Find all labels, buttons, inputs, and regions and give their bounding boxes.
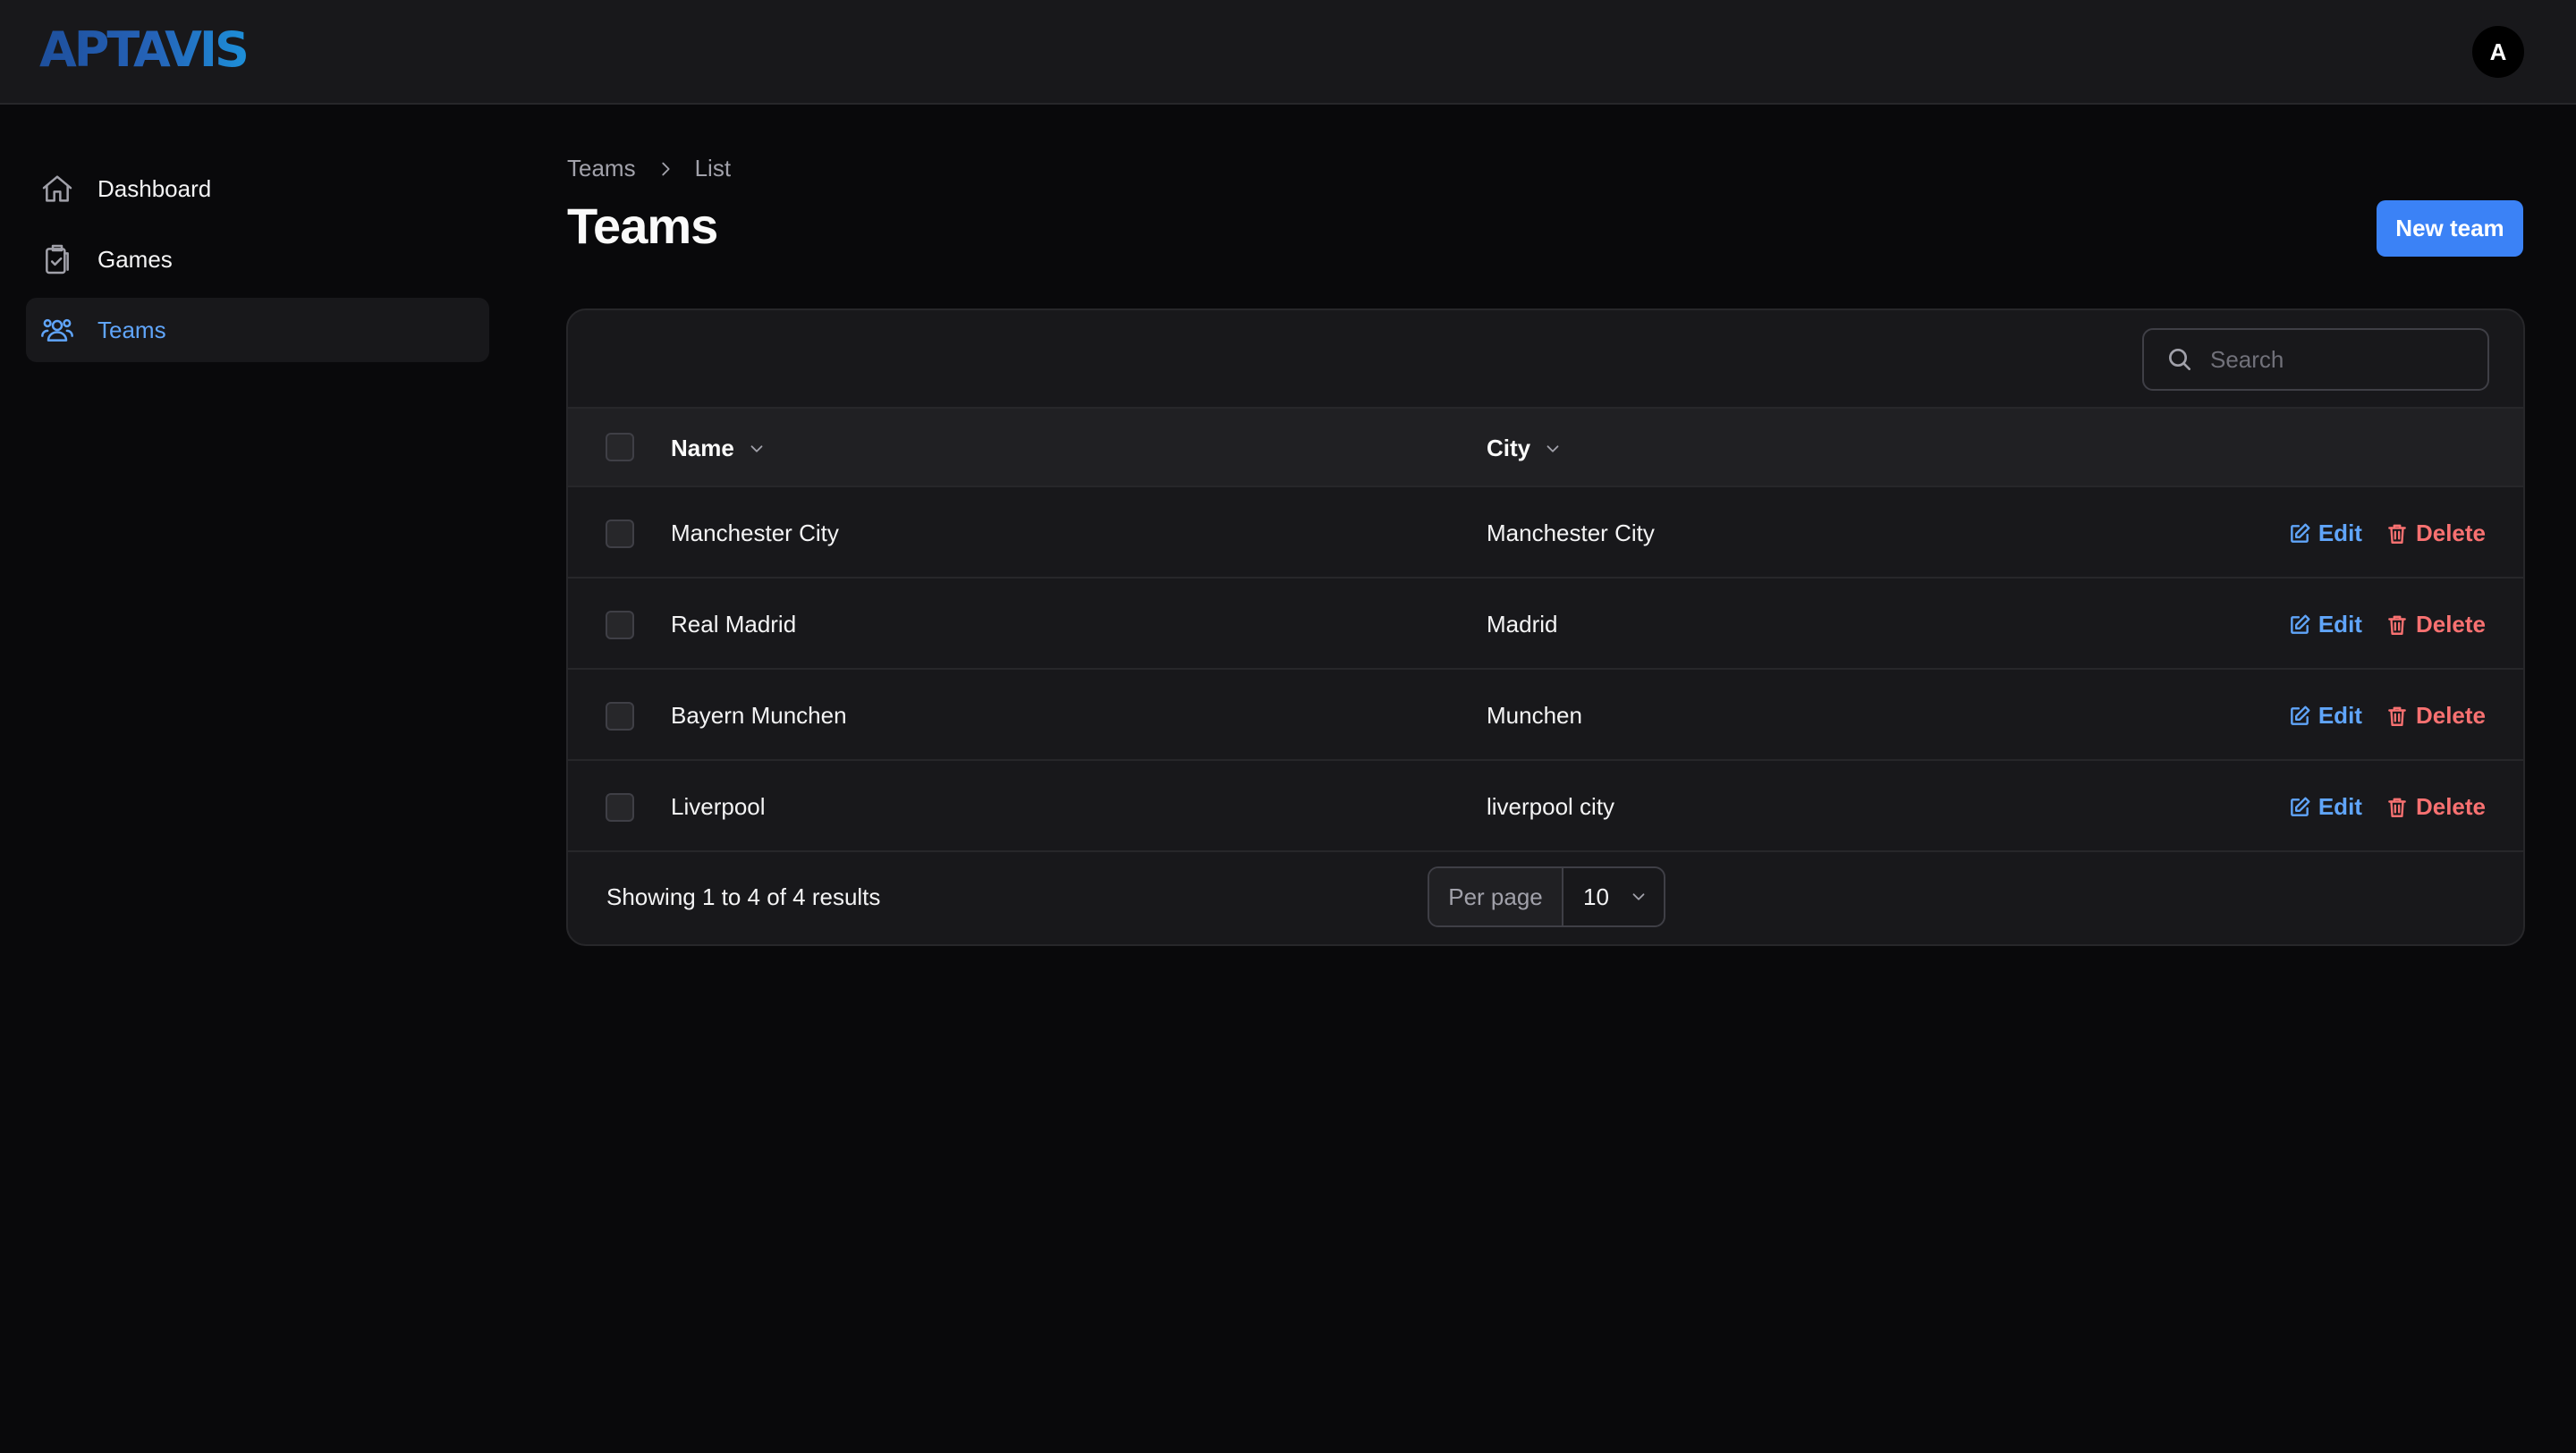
column-header-label: City xyxy=(1487,435,1531,461)
delete-button[interactable]: Delete xyxy=(2385,611,2486,638)
trash-icon xyxy=(2388,524,2406,544)
row-actions: Edit Delete xyxy=(2288,520,2486,547)
row-actions: Edit Delete xyxy=(2288,611,2486,638)
edit-label: Edit xyxy=(2318,702,2362,729)
chevron-down-icon xyxy=(750,444,763,452)
breadcrumb-item-list: List xyxy=(694,155,732,182)
trash-icon xyxy=(2388,798,2406,817)
cell-name: Liverpool xyxy=(671,793,766,820)
sidebar-item-label: Games xyxy=(97,245,173,273)
new-team-button[interactable]: New team xyxy=(2377,200,2523,257)
edit-button[interactable]: Edit xyxy=(2288,611,2362,638)
page-title: Teams xyxy=(567,198,718,254)
delete-label: Delete xyxy=(2415,520,2486,546)
delete-button[interactable]: Delete xyxy=(2385,793,2486,821)
chevron-down-icon xyxy=(1546,444,1559,452)
cell-name: Real Madrid xyxy=(671,611,797,638)
column-header-name[interactable]: Name xyxy=(671,435,767,462)
cell-city: Munchen xyxy=(1487,702,1582,729)
row-actions: Edit Delete xyxy=(2288,793,2486,821)
search-box[interactable] xyxy=(2142,328,2489,391)
top-bar: APTAVIS A xyxy=(0,0,2576,105)
edit-icon xyxy=(2290,705,2310,725)
edit-icon xyxy=(2290,797,2310,816)
edit-label: Edit xyxy=(2318,793,2362,820)
sidebar-item-teams[interactable]: Teams xyxy=(26,298,489,362)
delete-button[interactable]: Delete xyxy=(2385,702,2486,730)
edit-label: Edit xyxy=(2318,520,2362,546)
edit-button[interactable]: Edit xyxy=(2288,793,2362,821)
results-summary: Showing 1 to 4 of 4 results xyxy=(606,883,881,910)
sidebar-item-games[interactable]: Games xyxy=(26,227,489,291)
users-icon xyxy=(41,318,73,342)
delete-label: Delete xyxy=(2415,611,2486,638)
trash-icon xyxy=(2388,706,2406,726)
table-row: Liverpool liverpool city Edit Delete xyxy=(568,761,2523,852)
delete-label: Delete xyxy=(2415,702,2486,729)
edit-button[interactable]: Edit xyxy=(2288,520,2362,547)
cell-city: Manchester City xyxy=(1487,520,1655,546)
column-header-city[interactable]: City xyxy=(1487,435,1563,462)
edit-label: Edit xyxy=(2318,611,2362,638)
row-checkbox[interactable] xyxy=(606,702,634,731)
edit-icon xyxy=(2290,523,2310,543)
per-page-select[interactable]: 10 xyxy=(1563,868,1664,925)
delete-button[interactable]: Delete xyxy=(2385,520,2486,547)
search-icon xyxy=(2169,349,2190,370)
table-row: Bayern Munchen Munchen Edit Delete xyxy=(568,670,2523,761)
per-page-value: 10 xyxy=(1583,883,1609,910)
edit-button[interactable]: Edit xyxy=(2288,702,2362,730)
table-row: Manchester City Manchester City Edit Del… xyxy=(568,487,2523,579)
row-checkbox[interactable] xyxy=(606,793,634,822)
cell-name: Bayern Munchen xyxy=(671,702,847,729)
sidebar: Dashboard Games Teams xyxy=(26,156,489,368)
search-input[interactable] xyxy=(2210,345,2461,374)
breadcrumb: Teams List xyxy=(567,155,731,182)
table-header: Name City xyxy=(568,407,2523,487)
teams-table-card: Name City Manchester City Manchester Cit… xyxy=(566,308,2525,946)
sidebar-item-label: Dashboard xyxy=(97,174,212,202)
trash-icon xyxy=(2388,615,2406,635)
user-avatar[interactable]: A xyxy=(2472,26,2524,78)
edit-icon xyxy=(2290,614,2310,634)
sidebar-item-dashboard[interactable]: Dashboard xyxy=(26,156,489,221)
column-header-label: Name xyxy=(671,435,734,461)
table-row: Real Madrid Madrid Edit Delete xyxy=(568,579,2523,670)
sidebar-item-label: Teams xyxy=(97,316,166,343)
cell-city: liverpool city xyxy=(1487,793,1615,820)
clipboard-check-icon xyxy=(46,244,69,275)
row-checkbox[interactable] xyxy=(606,611,634,639)
home-icon xyxy=(42,175,72,202)
row-actions: Edit Delete xyxy=(2288,702,2486,730)
row-checkbox[interactable] xyxy=(606,520,634,548)
per-page-control: Per page 10 xyxy=(1428,866,1665,927)
chevron-right-icon xyxy=(661,162,670,175)
chevron-down-icon xyxy=(1632,893,1645,900)
cell-city: Madrid xyxy=(1487,611,1558,638)
breadcrumb-item-teams[interactable]: Teams xyxy=(567,155,636,182)
select-all-checkbox[interactable] xyxy=(606,433,634,461)
app-logo[interactable]: APTAVIS xyxy=(39,23,250,77)
cell-name: Manchester City xyxy=(671,520,839,546)
per-page-label: Per page xyxy=(1429,868,1563,925)
delete-label: Delete xyxy=(2415,793,2486,820)
